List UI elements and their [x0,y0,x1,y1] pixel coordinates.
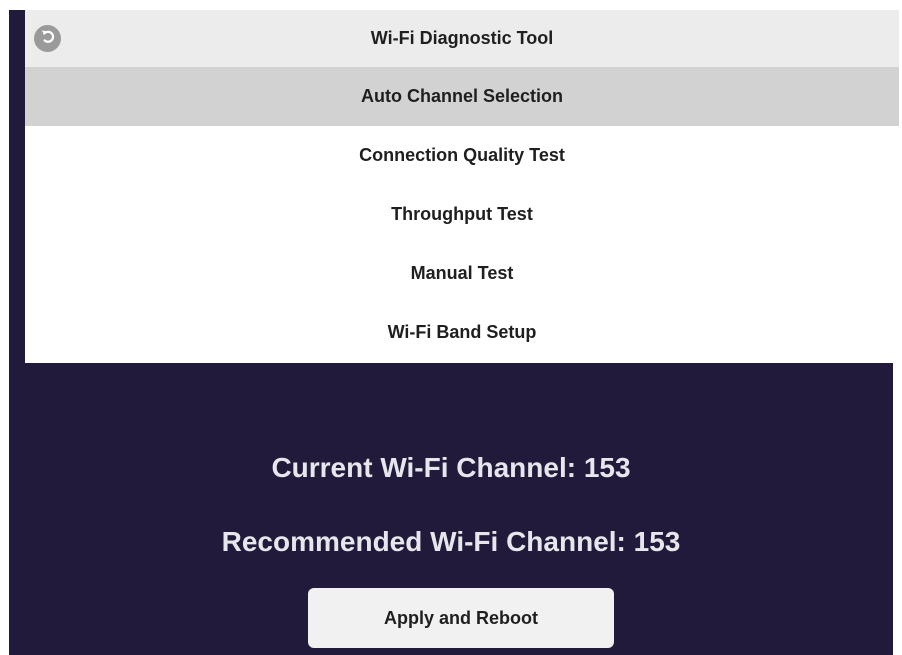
header-title: Wi-Fi Diagnostic Tool [370,28,554,48]
app-frame: Wi-Fi Diagnostic Tool Auto Channel Selec… [9,10,899,655]
menu-item-manual-test[interactable]: Manual Test [25,244,899,303]
menu-panel: Wi-Fi Diagnostic Tool Auto Channel Selec… [25,10,899,363]
current-channel-text: Current Wi-Fi Channel: 153 [271,452,631,483]
recommended-channel-text: Recommended Wi-Fi Channel: 153 [221,526,681,557]
menu-item-connection-quality-test[interactable]: Connection Quality Test [25,126,899,185]
back-arrow-icon [39,28,56,50]
apply-and-reboot-button[interactable]: Apply and Reboot [308,588,614,648]
menu-item-wifi-band-setup[interactable]: Wi-Fi Band Setup [25,303,899,362]
menu-item-throughput-test[interactable]: Throughput Test [25,185,899,244]
back-button[interactable] [34,25,61,52]
menu-header: Wi-Fi Diagnostic Tool [25,10,899,67]
menu-item-auto-channel-selection[interactable]: Auto Channel Selection [25,67,899,126]
